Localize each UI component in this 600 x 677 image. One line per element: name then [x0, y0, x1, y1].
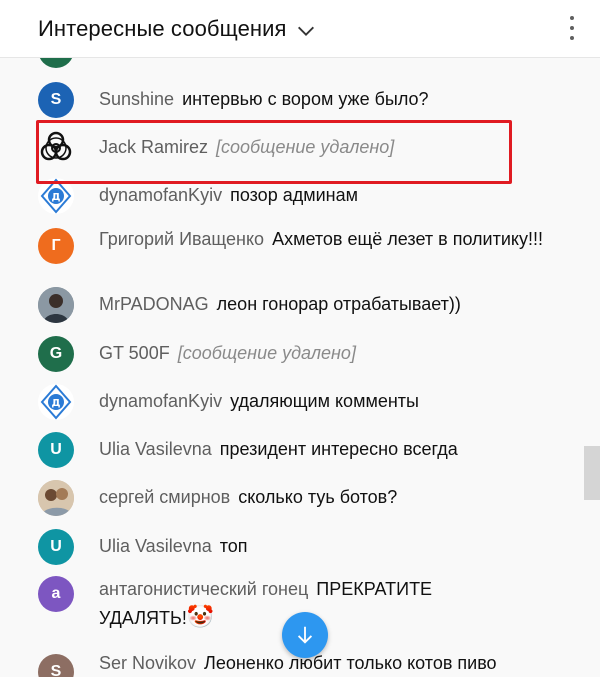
message-text: Леоненко любит только котов пиво [204, 653, 497, 673]
message-text: удаляющим комменты [230, 391, 419, 411]
message-author[interactable]: Jack Ramirez [99, 137, 208, 157]
message-author[interactable]: Ulia Vasilevna [99, 439, 212, 459]
avatar: Г [38, 228, 74, 264]
message-text: топ [219, 536, 248, 556]
svg-text:Д: Д [52, 192, 61, 203]
more-options-icon[interactable] [566, 13, 578, 43]
message-author[interactable]: антагонистический гонец [99, 579, 308, 599]
message-text: президент интересно всегда [219, 439, 458, 459]
message-text: позор админам [230, 185, 358, 205]
avatar [38, 58, 74, 68]
arrow-down-icon [297, 626, 313, 644]
scroll-to-bottom-button[interactable] [282, 612, 328, 658]
message-author[interactable]: Ser Novikov [99, 653, 196, 673]
message-author[interactable]: MrPADONAG [99, 294, 209, 314]
svg-text:Д: Д [52, 398, 61, 409]
dynamo-kyiv-logo-icon: Д [38, 384, 74, 420]
photo-avatar-man-icon [38, 287, 74, 323]
clown-emoji-icon: 🤡 [186, 604, 215, 629]
dynamo-kyiv-logo-icon: Д [38, 178, 74, 214]
avatar: U [38, 432, 74, 468]
avatar: S [38, 82, 74, 118]
chevron-down-icon[interactable] [295, 20, 317, 42]
message-author[interactable]: Ulia Vasilevna [99, 536, 212, 556]
message-author[interactable]: GT 500F [99, 343, 170, 363]
message-text: интервью с вором уже было? [182, 89, 429, 109]
message-text: [сообщение удалено] [216, 137, 395, 157]
chat-header: Интересные сообщения [0, 0, 600, 58]
avatar: G [38, 336, 74, 372]
avatar: S [38, 654, 74, 677]
scrollbar-thumb[interactable] [584, 446, 600, 500]
message-author[interactable]: Григорий Иващенко [99, 229, 264, 249]
message-text: Ахметов ещё лезет в политику!!! [272, 229, 543, 249]
avatar: U [38, 529, 74, 565]
chat-title[interactable]: Интересные сообщения [38, 16, 287, 42]
message-author[interactable]: dynamofanKyiv [99, 391, 222, 411]
message-text: сколько туь ботов? [238, 487, 398, 507]
message-text: [сообщение удалено] [177, 343, 356, 363]
message-text: леон гонорар отрабатывает)) [216, 294, 461, 314]
avatar: a [38, 576, 74, 612]
message-author[interactable]: сергей смирнов [99, 487, 230, 507]
biohazard-icon [38, 130, 74, 166]
message-author[interactable]: Sunshine [99, 89, 174, 109]
photo-avatar-couple-icon [38, 480, 74, 516]
message-author[interactable]: dynamofanKyiv [99, 185, 222, 205]
message-list[interactable]: S Sunshine интервью с вором уже было? Jac… [0, 58, 580, 677]
